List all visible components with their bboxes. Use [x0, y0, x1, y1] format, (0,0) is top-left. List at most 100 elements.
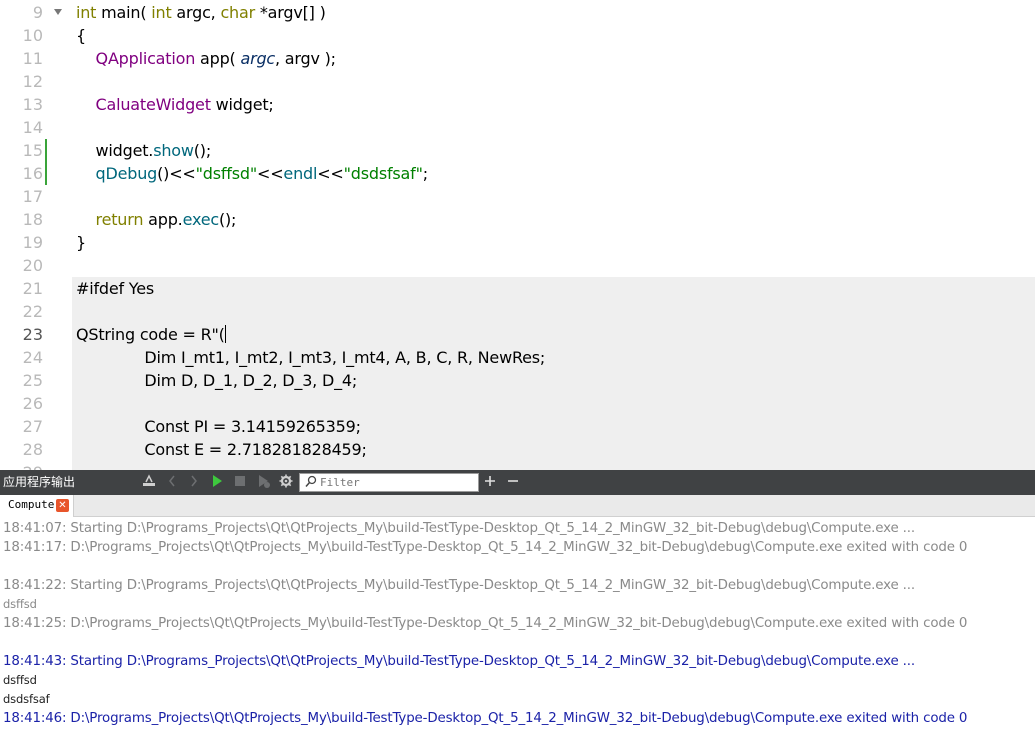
code-token: endl: [283, 164, 318, 183]
code-line: 16 qDebug()<<"dsffsd"<<endl<<"dsdsfsaf";: [0, 162, 1035, 185]
output-line: 18:41:25: D:\Programs_Projects\Qt\QtProj…: [3, 616, 968, 631]
code-text: Dim I_mt1, I_mt2, I_mt3, I_mt4, A, B, C,…: [76, 346, 545, 369]
code-line: 28 Const E = 2.718281828459;: [0, 438, 1035, 461]
code-token: ;: [422, 164, 428, 183]
stop-icon[interactable]: [232, 474, 248, 491]
code-token: Dim D, D_1, D_2, D_3, D_4;: [76, 371, 358, 390]
code-line: 13 CaluateWidget widget;: [0, 93, 1035, 116]
output-line: dsffsd: [3, 673, 37, 687]
code-token: exec: [182, 210, 220, 229]
output-pane-title: 应用程序输出: [3, 475, 76, 489]
line-number: 12: [22, 72, 43, 91]
code-token: return: [95, 210, 144, 229]
output-pane-toolbar: 应用程序输出: [0, 470, 1035, 495]
fold-marker-icon[interactable]: [54, 9, 62, 15]
code-line: 14: [0, 116, 1035, 139]
filter-field[interactable]: [299, 473, 479, 492]
code-token: QString code = R"(: [76, 325, 225, 344]
tab-compute[interactable]: Compute ✕: [0, 495, 74, 517]
output-tab-bar: Compute ✕: [0, 495, 1035, 517]
code-text: QString code = R"(: [76, 323, 226, 346]
code-token: char: [220, 3, 255, 22]
modified-line-marker: [45, 162, 47, 185]
close-icon[interactable]: ✕: [56, 499, 69, 512]
code-line: 11 QApplication app( argc, argv );: [0, 47, 1035, 70]
code-token: argc: [240, 49, 276, 68]
line-number: 21: [22, 279, 43, 298]
zoom-in-icon[interactable]: [482, 474, 498, 491]
application-output[interactable]: 18:41:07: Starting D:\Programs_Projects\…: [0, 517, 1035, 733]
prev-icon[interactable]: [164, 474, 180, 491]
code-token: int: [151, 3, 172, 22]
modified-line-marker: [45, 139, 47, 162]
code-token: #ifdef Yes: [76, 279, 155, 298]
code-line: 23 QString code = R"(: [0, 323, 1035, 346]
code-text: int main( int argc, char *argv[] ): [76, 1, 326, 24]
line-number: 19: [22, 233, 43, 252]
settings-icon[interactable]: [278, 474, 294, 491]
code-token: show: [153, 141, 194, 160]
code-line: 24 Dim I_mt1, I_mt2, I_mt3, I_mt4, A, B,…: [0, 346, 1035, 369]
code-text: {: [76, 24, 86, 47]
code-token: widget;: [210, 95, 274, 114]
code-text: }: [76, 231, 86, 254]
code-token: app.: [143, 210, 183, 229]
code-line: 17: [0, 185, 1035, 208]
code-line: 25 Dim D, D_1, D_2, D_3, D_4;: [0, 369, 1035, 392]
run-icon[interactable]: [209, 474, 225, 491]
filter-input[interactable]: [320, 474, 475, 491]
output-line: 18:41:17: D:\Programs_Projects\Qt\QtProj…: [3, 540, 968, 555]
line-number: 25: [22, 371, 43, 390]
code-line: 18 return app.exec();: [0, 208, 1035, 231]
code-token: qDebug: [95, 164, 158, 183]
code-text: #ifdef Yes: [76, 277, 154, 300]
code-token: ()<<: [157, 164, 196, 183]
tab-label: Compute: [8, 498, 55, 511]
line-number: 22: [22, 302, 43, 321]
line-number: 10: [22, 26, 43, 45]
code-token: int: [76, 3, 97, 22]
code-token: Const E = 2.718281828459;: [76, 440, 367, 459]
code-token: app(: [195, 49, 241, 68]
line-number: 11: [22, 49, 43, 68]
code-line: 12: [0, 70, 1035, 93]
text-cursor: [224, 325, 226, 343]
code-token: <<: [257, 164, 284, 183]
code-token: {: [76, 26, 86, 45]
code-text: CaluateWidget widget;: [76, 93, 274, 116]
code-line: 9 int main( int argc, char *argv[] ): [0, 1, 1035, 24]
code-line: 29: [0, 461, 1035, 470]
code-token: widget.: [76, 141, 154, 160]
attach-icon[interactable]: [141, 474, 157, 491]
line-number: 14: [22, 118, 43, 137]
code-text: Const E = 2.718281828459;: [76, 438, 367, 461]
code-token: QApplication: [95, 49, 196, 68]
code-token: "dsdsfsaf": [343, 164, 423, 183]
line-number: 16: [22, 164, 43, 183]
code-token: , argv );: [275, 49, 336, 68]
code-text: Const PI = 3.14159265359;: [76, 415, 361, 438]
zoom-out-icon[interactable]: [505, 474, 521, 491]
output-line: 18:41:22: Starting D:\Programs_Projects\…: [3, 578, 916, 593]
line-number: 28: [22, 440, 43, 459]
line-number: 13: [22, 95, 43, 114]
code-text: return app.exec();: [76, 208, 237, 231]
next-icon[interactable]: [186, 474, 202, 491]
line-number: 29: [0, 461, 43, 470]
line-number: 26: [22, 394, 43, 413]
code-token: argc,: [171, 3, 221, 22]
line-number: 15: [22, 141, 43, 160]
code-editor[interactable]: 9 int main( int argc, char *argv[] ) 10 {11…: [0, 0, 1035, 470]
line-number: 24: [22, 348, 43, 367]
code-token: Const PI = 3.14159265359;: [76, 417, 361, 436]
code-token: "dsffsd": [195, 164, 258, 183]
code-text: widget.show();: [76, 139, 212, 162]
code-line: 15 widget.show();: [0, 139, 1035, 162]
debug-run-icon[interactable]: [256, 474, 272, 491]
code-line: 26: [0, 392, 1035, 415]
line-number: 23: [22, 325, 43, 344]
